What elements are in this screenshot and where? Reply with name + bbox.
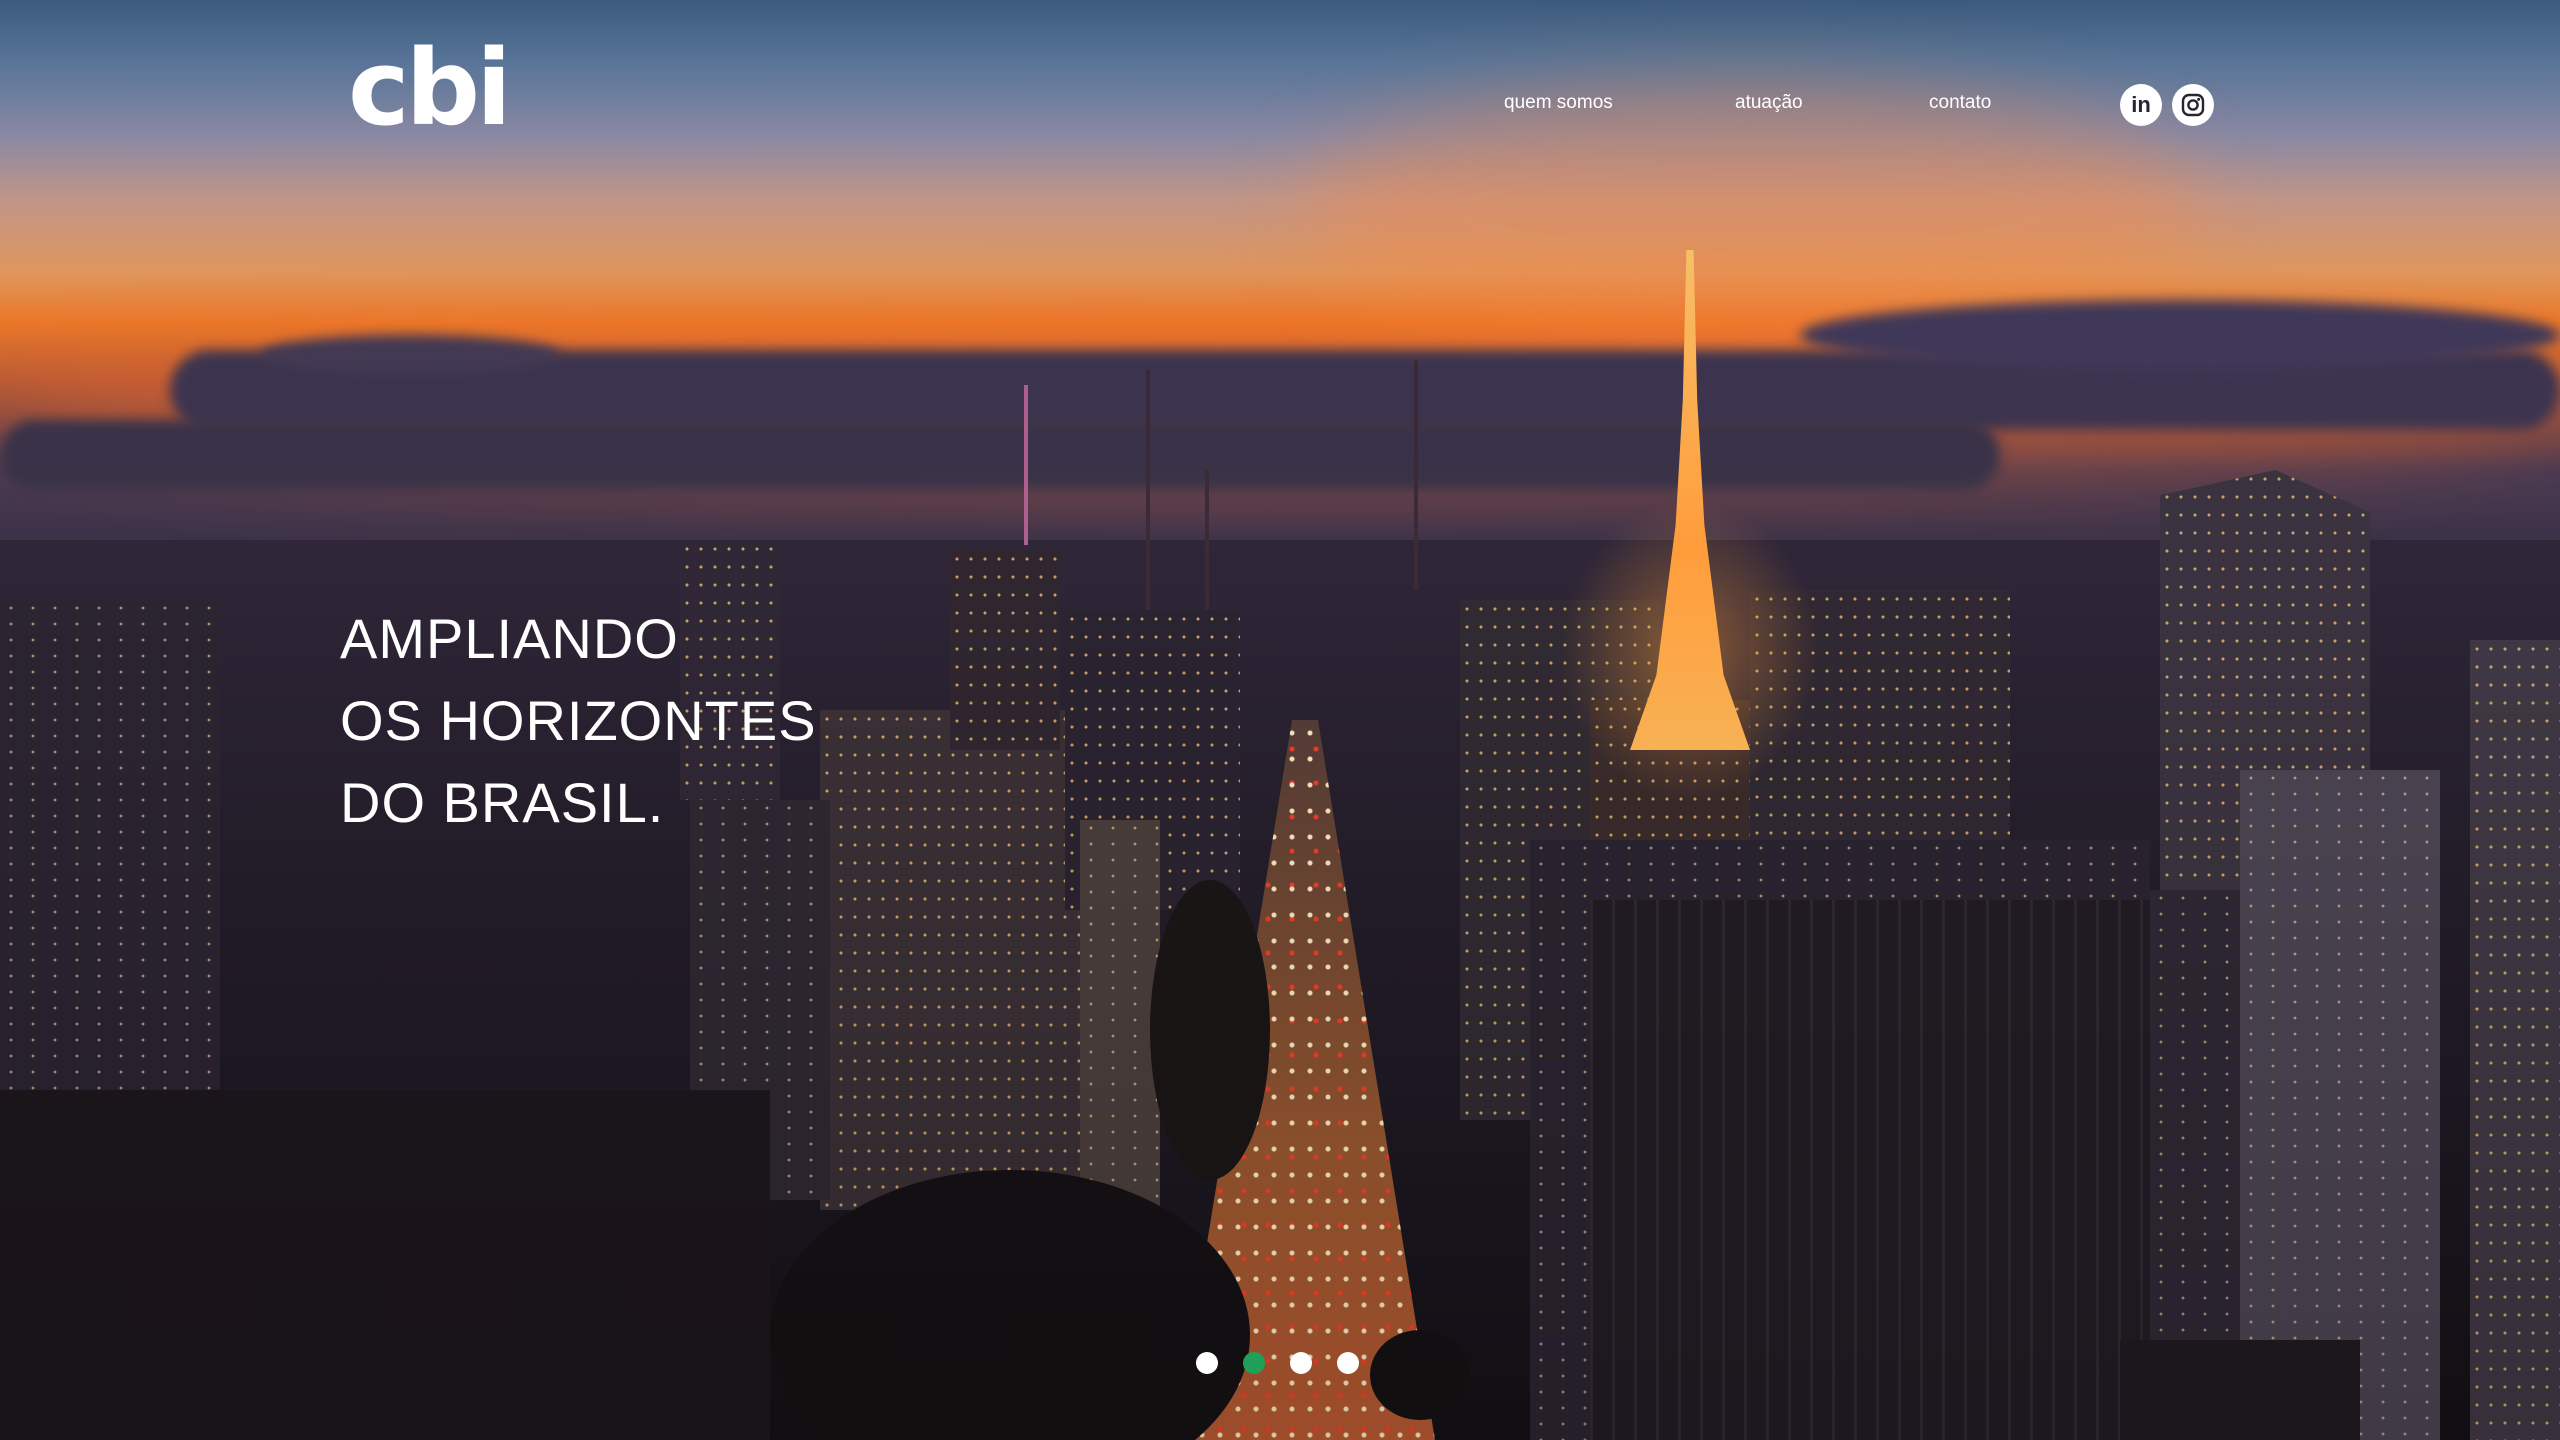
slider-pagination (1196, 1352, 1359, 1374)
instagram-icon (2181, 93, 2205, 117)
instagram-button[interactable] (2172, 84, 2214, 126)
linkedin-icon: in (2131, 92, 2151, 117)
hero-tagline: AMPLIANDO OS HORIZONTES DO BRASIL. (340, 598, 817, 844)
slider-dot-3[interactable] (1290, 1352, 1312, 1374)
tagline-line: AMPLIANDO (340, 607, 679, 670)
logo[interactable]: cbi (348, 36, 512, 140)
linkedin-button[interactable]: in (2120, 84, 2162, 126)
slider-dot-4[interactable] (1337, 1352, 1359, 1374)
slider-dot-2[interactable] (1243, 1352, 1265, 1374)
nav-quem-somos[interactable]: quem somos (1504, 92, 1613, 114)
nav-contato[interactable]: contato (1929, 92, 1991, 114)
slider-dot-1[interactable] (1196, 1352, 1218, 1374)
tagline-line: DO BRASIL. (340, 771, 665, 834)
tagline-line: OS HORIZONTES (340, 689, 817, 752)
nav-atuacao[interactable]: atuação (1735, 92, 1803, 114)
